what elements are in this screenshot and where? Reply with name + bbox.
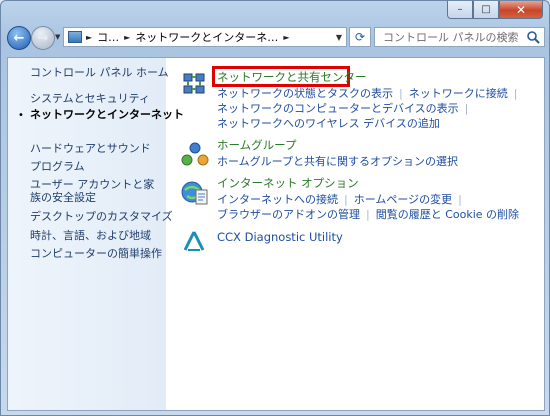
category-title-ccx[interactable]: CCX Diagnostic Utility [217,230,343,244]
link-divider: | [399,87,403,100]
sidebar-item-hardware-sound[interactable]: ハードウェアとサウンド [30,142,151,155]
link-view-network-computers[interactable]: ネットワークのコンピューターとデバイスの表示 [217,102,459,115]
sidebar-item-control-panel-home[interactable]: コントロール パネル ホーム [30,66,169,79]
category-title-homegroup[interactable]: ホームグループ [217,137,296,153]
breadcrumb-separator-icon[interactable]: ► [283,33,289,42]
homegroup-icon[interactable] [180,140,210,170]
link-homegroup-options[interactable]: ホームグループと共有に関するオプションの選択 [217,155,458,168]
breadcrumb-separator-icon[interactable]: ► [86,33,92,42]
internet-options-icon[interactable] [180,178,210,208]
link-manage-addons[interactable]: ブラウザーのアドオンの管理 [217,208,360,221]
link-change-homepage[interactable]: ホームページの変更 [354,193,452,206]
sidebar-item-programs[interactable]: プログラム [30,160,85,173]
category-title-network-sharing-center[interactable]: ネットワークと共有センター [217,69,367,85]
sidebar-item-system-security[interactable]: システムとセキュリティ [30,92,150,105]
link-divider: | [458,193,462,206]
main-panel: ネットワークと共有センター ネットワークの状態とタスクの表示 | ネットワークに接続… [168,58,544,410]
link-row: ネットワークのコンピューターとデバイスの表示 | [217,100,474,116]
search-input[interactable] [381,29,525,45]
link-add-wireless-device[interactable]: ネットワークへのワイヤレス デバイスの追加 [217,117,440,130]
category-network-sharing: ネットワークと共有センター ネットワークの状態とタスクの表示 | ネットワークに接続… [168,58,544,138]
maximize-button[interactable]: □ [473,1,499,19]
back-arrow-icon: ← [13,30,25,46]
link-row: ホームグループと共有に関するオプションの選択 [217,153,458,169]
category-internet-options: インターネット オプション インターネットへの接続 | ホームページの変更 | ブラウ… [168,172,544,224]
sidebar-item-clock-language[interactable]: 時計、言語、および地域 [30,229,151,242]
breadcrumb-network-internet[interactable]: ネットワークとインターネ… [135,29,278,45]
search-icon[interactable] [526,30,540,44]
address-bar[interactable]: ► コ… ► ネットワークとインターネ… ► ▼ [63,27,347,47]
ccx-icon[interactable] [182,229,206,253]
network-sharing-icon[interactable] [180,70,210,100]
link-connect-to-network[interactable]: ネットワークに接続 [409,87,508,100]
refresh-icon: ⟳ [354,30,366,44]
link-delete-history-cookies[interactable]: 閲覧の履歴と Cookie の削除 [376,208,519,221]
control-panel-icon [68,31,82,43]
sidebar-item-user-accounts[interactable]: ユーザー アカウントと家族の安全設定 [30,178,160,204]
address-dropdown-icon[interactable]: ▼ [336,33,342,42]
sidebar-item-appearance[interactable]: デスクトップのカスタマイズ [30,210,173,223]
content-pane: コントロール パネル ホーム システムとセキュリティ • ネットワークとインター… [7,57,545,411]
link-divider: | [344,193,348,206]
link-divider: | [366,208,370,221]
sidebar-item-ease-of-access[interactable]: コンピューターの簡単操作 [30,247,162,260]
control-panel-window: – □ ✕ ← → ▼ ► コ… ► ネットワークとインターネ… ► ▼ ⟳ コ… [0,0,550,416]
category-ccx: CCX Diagnostic Utility [168,226,544,256]
link-row: インターネットへの接続 | ホームページの変更 | [217,191,468,207]
link-row: ブラウザーのアドオンの管理 | 閲覧の履歴と Cookie の削除 [217,206,519,222]
link-row: ネットワークの状態とタスクの表示 | ネットワークに接続 | [217,85,523,101]
category-title-internet-options[interactable]: インターネット オプション [217,175,359,191]
recent-pages-dropdown-icon[interactable]: ▼ [55,33,60,41]
back-forward-group: ← → [7,25,61,50]
link-divider: | [513,87,518,100]
navigation-bar: ← → ▼ ► コ… ► ネットワークとインターネ… ► ▼ ⟳ [7,25,545,51]
link-view-network-status[interactable]: ネットワークの状態とタスクの表示 [217,87,393,100]
close-button[interactable]: ✕ [499,1,543,19]
forward-arrow-icon: → [37,30,49,46]
sidebar: コントロール パネル ホーム システムとセキュリティ • ネットワークとインター… [8,58,184,410]
forward-button[interactable]: → [31,26,55,50]
breadcrumb-control-panel[interactable]: コ… [97,29,119,45]
minimize-button[interactable]: – [447,1,473,19]
link-connect-internet[interactable]: インターネットへの接続 [217,193,338,206]
refresh-button[interactable]: ⟳ [349,27,371,47]
link-row: ネットワークへのワイヤレス デバイスの追加 [217,115,440,131]
breadcrumb-separator-icon[interactable]: ► [124,33,130,42]
search-box[interactable] [374,27,545,47]
back-button[interactable]: ← [7,26,31,50]
caption-buttons: – □ ✕ [447,1,543,21]
active-bullet-icon: • [18,110,24,121]
category-homegroup: ホームグループ ホームグループと共有に関するオプションの選択 [168,134,544,170]
sidebar-item-network-internet[interactable]: ネットワークとインターネット [30,108,184,121]
link-divider: | [464,102,469,115]
